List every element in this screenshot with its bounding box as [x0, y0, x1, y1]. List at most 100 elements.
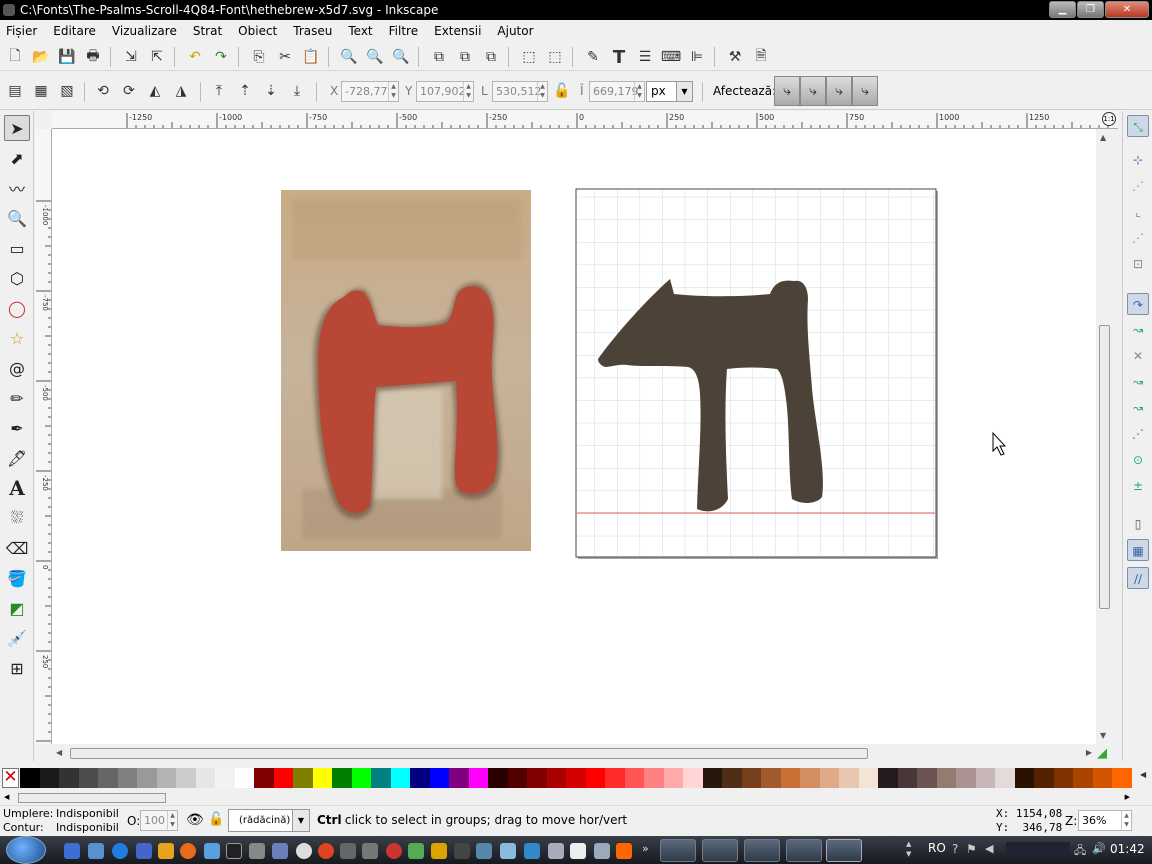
palette-swatch[interactable]: [332, 768, 352, 788]
palette-swatch[interactable]: [117, 768, 138, 788]
color-management-icon[interactable]: ◢: [1097, 746, 1113, 762]
snap-rotation-center-icon[interactable]: ±: [1127, 475, 1149, 497]
utility-app-icon[interactable]: [362, 843, 378, 859]
task-save-window[interactable]: [660, 839, 696, 862]
tweak-tool-icon[interactable]: 〰: [4, 175, 30, 201]
search-app-icon[interactable]: [548, 843, 564, 859]
help-icon[interactable]: ?: [952, 842, 958, 856]
palette-swatch[interactable]: [449, 768, 469, 788]
palette-swatch[interactable]: [800, 768, 820, 788]
snap-bbox-icon[interactable]: ⊹: [1127, 149, 1149, 171]
snap-bbox-center-icon[interactable]: ⊡: [1127, 253, 1149, 275]
palette-swatch[interactable]: [410, 768, 430, 788]
print-icon[interactable]: 🖶: [82, 46, 104, 68]
calculator-app-icon[interactable]: [249, 843, 265, 859]
scale-stroke-toggle[interactable]: ⤷: [774, 76, 800, 106]
group-icon[interactable]: ⬚: [518, 46, 540, 68]
select-all-icon[interactable]: ▤: [4, 80, 26, 102]
spray-tool-icon[interactable]: ⛆: [4, 505, 30, 531]
raise-icon[interactable]: ⇡: [234, 80, 256, 102]
palette-swatch[interactable]: [858, 768, 879, 788]
transform-gradients-toggle[interactable]: ⤷: [826, 76, 852, 106]
menu-edit[interactable]: Editare: [53, 24, 96, 38]
flip-vertical-icon[interactable]: ◮: [170, 80, 192, 102]
task-overflow-button[interactable]: [826, 839, 862, 862]
preferences-icon[interactable]: ⚒: [724, 46, 746, 68]
palette-swatch[interactable]: [780, 768, 801, 788]
palette-swatch[interactable]: [1112, 768, 1132, 788]
cloud-app-icon[interactable]: [524, 843, 540, 859]
menu-text[interactable]: Text: [348, 24, 372, 38]
palette-swatch[interactable]: [644, 768, 664, 788]
raise-to-top-icon[interactable]: ⤒: [208, 80, 230, 102]
palette-scroll-right-icon[interactable]: ▶: [1125, 793, 1130, 801]
palette-swatch[interactable]: [878, 768, 898, 788]
minimize-button[interactable]: ▁: [1049, 1, 1076, 18]
tool-app-icon[interactable]: [340, 843, 356, 859]
task-notepad-window[interactable]: [702, 839, 738, 862]
spiral-tool-icon[interactable]: @: [4, 355, 30, 381]
palette-scrollbar[interactable]: ◀ ▶: [0, 791, 1152, 805]
palette-swatch[interactable]: [761, 768, 781, 788]
palette-swatch[interactable]: [722, 768, 742, 788]
scale-corners-toggle[interactable]: ⤷: [800, 76, 826, 106]
save-icon[interactable]: 💾: [56, 46, 78, 68]
lower-icon[interactable]: ⇣: [260, 80, 282, 102]
lock-proportions-icon[interactable]: 🔓: [551, 80, 573, 102]
vertical-scrollbar[interactable]: ▲ ▼: [1096, 129, 1114, 744]
palette-swatch[interactable]: [488, 768, 508, 788]
palette-swatch[interactable]: [683, 768, 703, 788]
current-layer-select[interactable]: (rădăcină) ▼: [228, 809, 310, 832]
rotate-ccw-icon[interactable]: ⟲: [92, 80, 114, 102]
unit-select[interactable]: px ▼: [646, 81, 693, 102]
zoom-correction-icon[interactable]: 1:1: [1102, 112, 1116, 126]
zoom-tool-icon[interactable]: 🔍: [4, 205, 30, 231]
snap-cusp-nodes-icon[interactable]: ↝: [1127, 371, 1149, 393]
palette-swatch[interactable]: [137, 768, 157, 788]
snap-bbox-edge-icon[interactable]: ⋰: [1127, 175, 1149, 197]
palette-swatch[interactable]: [897, 768, 918, 788]
palette-swatch[interactable]: [956, 768, 976, 788]
open-icon[interactable]: 📂: [30, 46, 52, 68]
import-icon[interactable]: ⇲: [120, 46, 142, 68]
xml-editor-icon[interactable]: ⌨: [660, 46, 682, 68]
palette-swatch[interactable]: [741, 768, 762, 788]
horizontal-ruler[interactable]: -1250 -1000 -750 -500 -250 0 250 500 750 1000 1250…: [52, 111, 1118, 129]
rotate-cw-icon[interactable]: ⟳: [118, 80, 140, 102]
menu-help[interactable]: Ajutor: [497, 24, 533, 38]
clone-icon[interactable]: ⧉: [454, 46, 476, 68]
selector-tool-icon[interactable]: ➤: [4, 115, 30, 141]
snap-path-intersection-icon[interactable]: ✕: [1127, 345, 1149, 367]
duplicate-icon[interactable]: ⧉: [428, 46, 450, 68]
palette-swatch[interactable]: [254, 768, 274, 788]
lower-to-bottom-icon[interactable]: ⤓: [286, 80, 308, 102]
palette-swatch[interactable]: [566, 768, 586, 788]
palette-swatch[interactable]: [293, 768, 313, 788]
palette-swatch[interactable]: [1073, 768, 1093, 788]
layer-visibility-icon[interactable]: 👁: [186, 812, 204, 828]
start-button-icon[interactable]: [6, 836, 46, 864]
palette-swatch[interactable]: [273, 768, 294, 788]
horizontal-scrollbar[interactable]: ◀ ▶: [52, 744, 1096, 763]
align-distribute-icon[interactable]: ⊫: [686, 46, 708, 68]
palette-swatch[interactable]: [20, 768, 40, 788]
x-input[interactable]: -728,77 ▲ ▼: [341, 81, 399, 102]
snap-paths-icon[interactable]: ↝: [1127, 319, 1149, 341]
palette-swatch[interactable]: [975, 768, 996, 788]
cut-icon[interactable]: ✂: [274, 46, 296, 68]
explorer-icon[interactable]: [88, 843, 104, 859]
palette-swatch[interactable]: [527, 768, 547, 788]
3d-box-tool-icon[interactable]: ⬡: [4, 265, 30, 291]
calligraphy-tool-icon[interactable]: 🖋: [4, 445, 30, 471]
snap-line-midpoints-icon[interactable]: ⋰: [1127, 423, 1149, 445]
rectangle-tool-icon[interactable]: ▭: [4, 235, 30, 261]
width-input[interactable]: 530,512 ▲ ▼: [492, 81, 548, 102]
vlc-icon[interactable]: [616, 843, 632, 859]
gradient-tool-icon[interactable]: ◩: [4, 595, 30, 621]
settings-app-icon[interactable]: [204, 843, 220, 859]
eraser-tool-icon[interactable]: ⌫: [4, 535, 30, 561]
clock[interactable]: 01:42: [1110, 842, 1145, 856]
chrome-icon[interactable]: [318, 843, 334, 859]
vertical-ruler[interactable]: -1000-750-500-2500250500: [35, 129, 52, 744]
media-app-icon[interactable]: [158, 843, 174, 859]
